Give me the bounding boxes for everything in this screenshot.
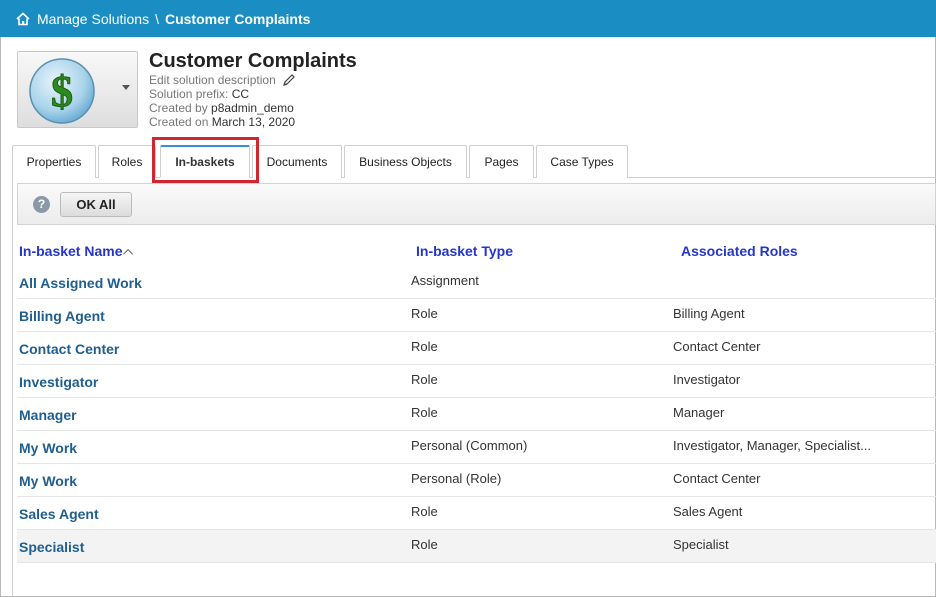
created-by: Created by p8admin_demo (149, 101, 294, 115)
in-basket-type: Role (411, 537, 438, 552)
edit-description-link[interactable]: Edit solution description (149, 73, 296, 87)
table-row[interactable]: Specialist Role Specialist (17, 530, 936, 563)
breadcrumb-separator: \ (155, 10, 159, 27)
table-row[interactable]: Manager Role Manager (17, 398, 936, 431)
table-row[interactable]: Contact Center Role Contact Center (17, 332, 936, 365)
tab-properties[interactable]: Properties (12, 145, 96, 178)
table-row[interactable]: My Work Personal (Role) Contact Center (17, 464, 936, 497)
tab-documents[interactable]: Documents (252, 145, 342, 178)
table-row[interactable]: Investigator Role Investigator (17, 365, 936, 398)
in-basket-type: Role (411, 339, 438, 354)
breadcrumb: Manage Solutions \ Customer Complaints (0, 0, 936, 37)
tab-roles[interactable]: Roles (98, 145, 156, 178)
page-title: Customer Complaints (149, 50, 357, 72)
column-header-name[interactable]: In-basket Name (19, 243, 134, 259)
in-basket-type: Assignment (411, 273, 479, 288)
home-icon[interactable] (15, 11, 31, 27)
created-on-label: Created on (149, 115, 209, 129)
associated-roles: Investigator, Manager, Specialist... (673, 438, 871, 453)
associated-roles: Contact Center (673, 471, 761, 486)
table-row[interactable]: My Work Personal (Common) Investigator, … (17, 431, 936, 464)
tab-highlight-annotation (152, 137, 259, 183)
tab-pages[interactable]: Pages (469, 145, 534, 178)
solution-prefix-value: CC (231, 87, 250, 101)
breadcrumb-manage-solutions[interactable]: Manage Solutions (37, 11, 149, 27)
in-basket-name[interactable]: Billing Agent (19, 308, 105, 324)
dollar-coin-icon: $ (29, 58, 95, 124)
in-basket-grid: All Assigned Work Assignment Billing Age… (17, 266, 936, 563)
in-basket-name[interactable]: Investigator (19, 374, 98, 390)
sort-ascending-icon[interactable] (123, 248, 134, 259)
in-basket-type: Personal (Common) (411, 438, 528, 453)
solution-prefix-label: Solution prefix: (149, 87, 229, 101)
in-basket-type: Role (411, 405, 438, 420)
in-basket-name[interactable]: Specialist (19, 539, 84, 555)
ok-all-button[interactable]: OK All (60, 192, 132, 217)
column-header-type[interactable]: In-basket Type (416, 243, 513, 259)
column-header-name-label[interactable]: In-basket Name (19, 243, 122, 259)
in-basket-name[interactable]: Sales Agent (19, 506, 99, 522)
in-basket-type: Role (411, 504, 438, 519)
solution-icon-menu[interactable]: $ (17, 51, 138, 128)
in-basket-name[interactable]: Contact Center (19, 341, 119, 357)
in-basket-type: Personal (Role) (411, 471, 502, 486)
column-header-roles[interactable]: Associated Roles (681, 243, 798, 259)
table-row[interactable]: Sales Agent Role Sales Agent (17, 497, 936, 530)
associated-roles: Investigator (673, 372, 741, 387)
associated-roles: Billing Agent (673, 306, 745, 321)
created-on: Created on March 13, 2020 (149, 115, 295, 129)
solution-prefix: Solution prefix: CC (149, 87, 249, 101)
toolbar: ? OK All (17, 183, 936, 225)
created-on-value: March 13, 2020 (211, 115, 296, 129)
pencil-icon[interactable] (282, 73, 296, 87)
associated-roles: Sales Agent (673, 504, 743, 519)
associated-roles: Manager (673, 405, 725, 420)
in-basket-name[interactable]: Manager (19, 407, 77, 423)
table-row[interactable]: All Assigned Work Assignment (17, 266, 936, 299)
edit-description-label[interactable]: Edit solution description (149, 73, 276, 87)
question-icon[interactable]: ? (33, 196, 50, 213)
in-basket-name[interactable]: My Work (19, 440, 77, 456)
svg-text:$: $ (51, 67, 73, 116)
in-basket-name[interactable]: My Work (19, 473, 77, 489)
in-basket-name[interactable]: All Assigned Work (19, 275, 142, 291)
in-basket-type: Role (411, 306, 438, 321)
tab-business-objects[interactable]: Business Objects (344, 145, 467, 178)
associated-roles: Contact Center (673, 339, 761, 354)
associated-roles: Specialist (673, 537, 729, 552)
table-row[interactable]: Billing Agent Role Billing Agent (17, 299, 936, 332)
created-by-value: p8admin_demo (211, 101, 294, 115)
chevron-down-icon[interactable] (122, 85, 130, 90)
breadcrumb-current: Customer Complaints (164, 10, 311, 27)
created-by-label: Created by (149, 101, 208, 115)
tab-case-types[interactable]: Case Types (536, 145, 628, 178)
in-basket-type: Role (411, 372, 438, 387)
